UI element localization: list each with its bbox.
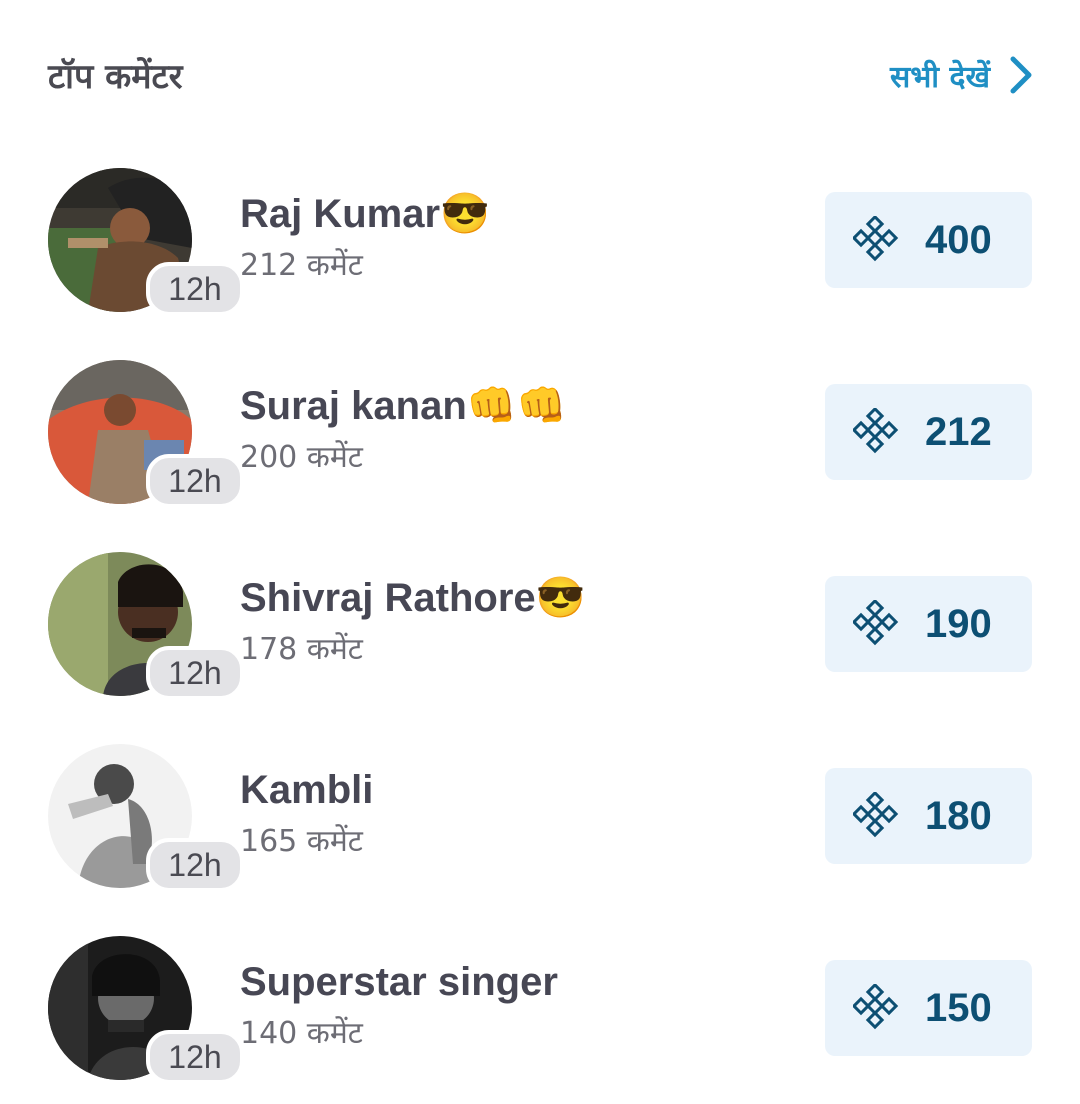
score-badge[interactable]: 212 (825, 384, 1032, 480)
knot-icon (853, 984, 901, 1032)
time-badge: 12h (146, 454, 244, 508)
see-all-label: सभी देखें (889, 59, 990, 95)
score-badge[interactable]: 150 (825, 960, 1032, 1056)
comment-count: 200 कमेंट (240, 440, 363, 475)
avatar-wrap: 12h (48, 936, 244, 1084)
score-value: 190 (925, 601, 992, 646)
commenter-info: Suraj kanan👊👊 200 कमेंट (240, 380, 566, 478)
score-badge[interactable]: 190 (825, 576, 1032, 672)
knot-icon (853, 792, 901, 840)
time-badge: 12h (146, 838, 244, 892)
section-title: टॉप कमेंटर (48, 57, 183, 97)
score-value: 400 (925, 217, 992, 262)
commenter-info: Superstar singer 140 कमेंट (240, 956, 558, 1054)
commenter-name[interactable]: Raj Kumar😎 (240, 188, 490, 240)
knot-icon (853, 600, 901, 648)
commenter-row[interactable]: 12h Suraj kanan👊👊 200 कमेंट 212 (0, 336, 1080, 528)
time-badge: 12h (146, 262, 244, 316)
comment-count: 212 कमेंट (240, 248, 363, 283)
time-badge: 12h (146, 1030, 244, 1084)
commenter-row[interactable]: 12h Superstar singer 140 कमेंट 150 (0, 912, 1080, 1104)
time-badge: 12h (146, 646, 244, 700)
score-badge[interactable]: 400 (825, 192, 1032, 288)
score-value: 150 (925, 985, 992, 1030)
comment-count: 165 कमेंट (240, 824, 363, 859)
commenter-info: Raj Kumar😎 212 कमेंट (240, 188, 490, 286)
commenter-name[interactable]: Kambli (240, 764, 373, 816)
knot-icon (853, 216, 901, 264)
commenter-info: Kambli 165 कमेंट (240, 764, 373, 862)
comment-count: 140 कमेंट (240, 1016, 363, 1051)
comment-count: 178 कमेंट (240, 632, 363, 667)
commenter-name[interactable]: Shivraj Rathore😎 (240, 572, 585, 624)
commenter-name[interactable]: Superstar singer (240, 956, 558, 1008)
score-badge[interactable]: 180 (825, 768, 1032, 864)
top-commenters-list: 12h Raj Kumar😎 212 कमेंट 400 12h Suraj k… (0, 144, 1080, 1104)
commenter-row[interactable]: 12h Shivraj Rathore😎 178 कमेंट 190 (0, 528, 1080, 720)
commenter-info: Shivraj Rathore😎 178 कमेंट (240, 572, 585, 670)
commenter-row[interactable]: 12h Raj Kumar😎 212 कमेंट 400 (0, 144, 1080, 336)
avatar-wrap: 12h (48, 168, 244, 316)
avatar-wrap: 12h (48, 360, 244, 508)
avatar-wrap: 12h (48, 744, 244, 892)
commenter-row[interactable]: 12h Kambli 165 कमेंट 180 (0, 720, 1080, 912)
commenter-name[interactable]: Suraj kanan👊👊 (240, 380, 566, 432)
section-header: टॉप कमेंटर सभी देखें (48, 40, 1034, 110)
see-all-link[interactable]: सभी देखें (890, 55, 1034, 96)
avatar-wrap: 12h (48, 552, 244, 700)
knot-icon (853, 408, 901, 456)
chevron-right-icon (1008, 55, 1034, 95)
score-value: 212 (925, 409, 992, 454)
score-value: 180 (925, 793, 992, 838)
